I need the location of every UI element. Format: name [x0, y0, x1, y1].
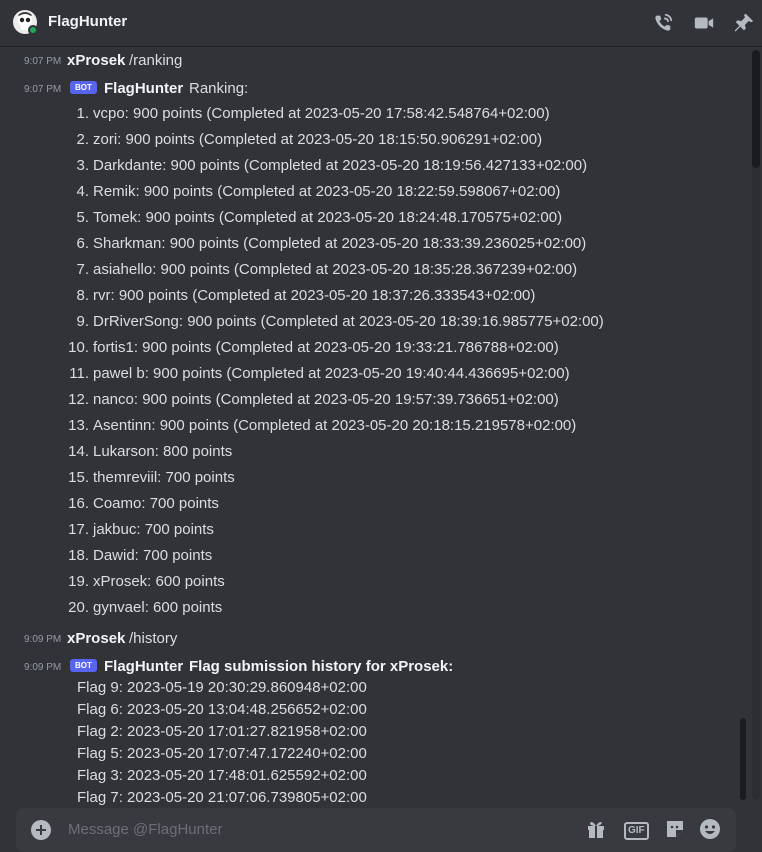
rank-entry: pawel b: 900 points (Completed at 2023-0…: [93, 365, 570, 382]
message-list[interactable]: 9:07 PM xProsek /ranking 9:07 PM BOT Fla…: [0, 48, 748, 808]
rank-number: 5.: [76, 209, 89, 226]
rank-number: 20.: [68, 599, 89, 616]
list-item: Flag 2: 2023-05-20 17:01:27.821958+02:00: [77, 723, 367, 740]
message-timestamp: 9:09 PM: [24, 634, 62, 645]
video-camera-icon[interactable]: [693, 12, 715, 34]
username[interactable]: xProsek: [67, 630, 125, 647]
list-item: Flag 3: 2023-05-20 17:48:01.625592+02:00: [77, 767, 367, 784]
rank-entry: Tomek: 900 points (Completed at 2023-05-…: [93, 209, 563, 226]
bot-badge: BOT: [70, 659, 97, 672]
rank-entry: rvr: 900 points (Completed at 2023-05-20…: [93, 287, 536, 304]
message-timestamp: 9:07 PM: [24, 56, 62, 67]
rank-number: 6.: [76, 235, 89, 252]
rank-number: 17.: [68, 521, 89, 538]
scrollbar-thumb[interactable]: [752, 50, 760, 168]
message-bot-history-header: 9:09 PM BOT FlagHunter Flag submission h…: [0, 656, 740, 678]
rank-entry: nanco: 900 points (Completed at 2023-05-…: [93, 391, 559, 408]
bot-username[interactable]: FlagHunter: [104, 658, 183, 675]
list-item: Flag 5: 2023-05-20 17:07:47.172240+02:00: [77, 745, 367, 762]
message-timestamp: 9:09 PM: [24, 662, 62, 673]
bot-badge: BOT: [70, 81, 97, 94]
rank-entry: DrRiverSong: 900 points (Completed at 20…: [93, 313, 604, 330]
rank-entry: gynvael: 600 points: [93, 599, 223, 616]
rank-number: 2.: [76, 131, 89, 148]
bot-username[interactable]: FlagHunter: [104, 80, 183, 97]
gift-icon[interactable]: [585, 818, 607, 840]
rank-number: 1.: [76, 105, 89, 122]
channel-header: FlagHunter: [0, 0, 762, 47]
list-item: Flag 6: 2023-05-20 13:04:48.256652+02:00: [77, 701, 367, 718]
sticker-icon[interactable]: [664, 818, 686, 840]
message-history-command: 9:09 PM xProsek /history: [0, 628, 740, 650]
rank-entry: jakbuc: 700 points: [93, 521, 214, 538]
rank-entry: Darkdante: 900 points (Completed at 2023…: [93, 157, 588, 174]
rank-number: 7.: [76, 261, 89, 278]
message-timestamp: 9:07 PM: [24, 84, 62, 95]
add-icon[interactable]: [31, 820, 51, 840]
history-heading: Flag submission history for xProsek:: [189, 658, 454, 675]
rank-entry: Sharkman: 900 points (Completed at 2023-…: [93, 235, 587, 252]
list-item: Flag 7: 2023-05-20 21:07:06.739805+02:00: [77, 789, 367, 806]
rank-number: 4.: [76, 183, 89, 200]
online-status-icon: [28, 25, 38, 35]
rank-entry: vcpo: 900 points (Completed at 2023-05-2…: [93, 105, 550, 122]
rank-number: 12.: [68, 391, 89, 408]
phone-call-icon[interactable]: [652, 12, 674, 34]
rank-entry: Lukarson: 800 points: [93, 443, 233, 460]
message-composer: GIF: [16, 808, 736, 852]
gif-button[interactable]: GIF: [624, 822, 649, 840]
rank-number: 19.: [68, 573, 89, 590]
rank-entry: Remik: 900 points (Completed at 2023-05-…: [93, 183, 561, 200]
rank-number: 9.: [76, 313, 89, 330]
emoji-icon[interactable]: [699, 818, 721, 840]
command-text: /ranking: [129, 52, 183, 69]
rank-entry: zori: 900 points (Completed at 2023-05-2…: [93, 131, 543, 148]
username[interactable]: xProsek: [67, 52, 125, 69]
message-ranking-command: 9:07 PM xProsek /ranking: [0, 50, 740, 72]
rank-entry: themreviil: 700 points: [93, 469, 235, 486]
rank-number: 10.: [68, 339, 89, 356]
list-item: Flag 9: 2023-05-19 20:30:29.860948+02:00: [77, 679, 367, 696]
rank-entry: Coamo: 700 points: [93, 495, 219, 512]
rank-entry: Dawid: 700 points: [93, 547, 213, 564]
rank-number: 14.: [68, 443, 89, 460]
rank-number: 13.: [68, 417, 89, 434]
rank-number: 3.: [76, 157, 89, 174]
rank-entry: asiahello: 900 points (Completed at 2023…: [93, 261, 578, 278]
dm-title: FlagHunter: [48, 13, 128, 30]
pin-icon[interactable]: [733, 12, 755, 34]
rank-number: 18.: [68, 547, 89, 564]
rank-number: 8.: [76, 287, 89, 304]
ranking-heading: Ranking:: [189, 80, 249, 97]
message-bot-ranking-header: 9:07 PM BOT FlagHunter Ranking:: [0, 78, 740, 100]
message-input[interactable]: [68, 818, 548, 840]
inner-scrollbar-thumb[interactable]: [740, 718, 746, 800]
command-text: /history: [129, 630, 178, 647]
rank-entry: Asentinn: 900 points (Completed at 2023-…: [93, 417, 577, 434]
rank-entry: xProsek: 600 points: [93, 573, 225, 590]
rank-number: 15.: [68, 469, 89, 486]
rank-number: 11.: [69, 365, 89, 382]
rank-number: 16.: [68, 495, 89, 512]
rank-entry: fortis1: 900 points (Completed at 2023-0…: [93, 339, 559, 356]
